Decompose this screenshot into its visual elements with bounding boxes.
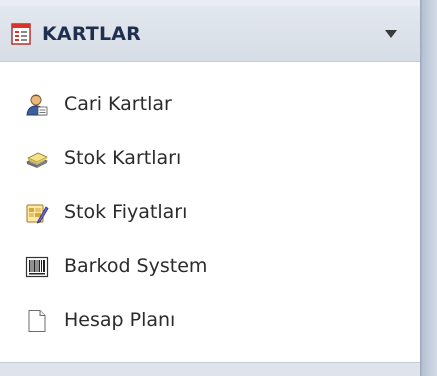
next-section-header[interactable] [0,362,420,376]
menu-item-hesap-plani[interactable]: Hesap Planı [0,300,420,340]
menu-item-barkod-system[interactable]: Barkod System [0,246,420,286]
menu-item-label: Cari Kartlar [64,93,172,115]
price-edit-icon [26,204,49,224]
menu-item-label: Barkod System [64,255,208,277]
menu-item-stok-kartlari[interactable]: Stok Kartları [0,138,420,178]
blank-page-icon [28,310,46,332]
menu-item-stok-fiyatlari[interactable]: Stok Fiyatları [0,192,420,232]
barcode-icon [25,256,49,278]
menu-item-label: Stok Fiyatları [64,201,188,223]
section-title: KARTLAR [42,23,142,45]
menu-item-label: Hesap Planı [64,309,176,331]
menu-item-label: Stok Kartları [64,147,182,169]
panel-splitter[interactable] [420,0,437,376]
menu-item-cari-kartlar[interactable]: Cari Kartlar [0,84,420,124]
sidebar-panel: KARTLAR Cari Kartlar Stok Kartları Stok … [0,0,437,376]
section-header-kartlar[interactable]: KARTLAR [0,6,420,62]
list-document-icon [11,23,31,45]
chevron-down-icon[interactable] [384,29,398,39]
user-card-icon [26,94,48,116]
stock-stack-icon [26,152,48,168]
section-items: Cari Kartlar Stok Kartları Stok Fiyatlar… [0,62,420,360]
